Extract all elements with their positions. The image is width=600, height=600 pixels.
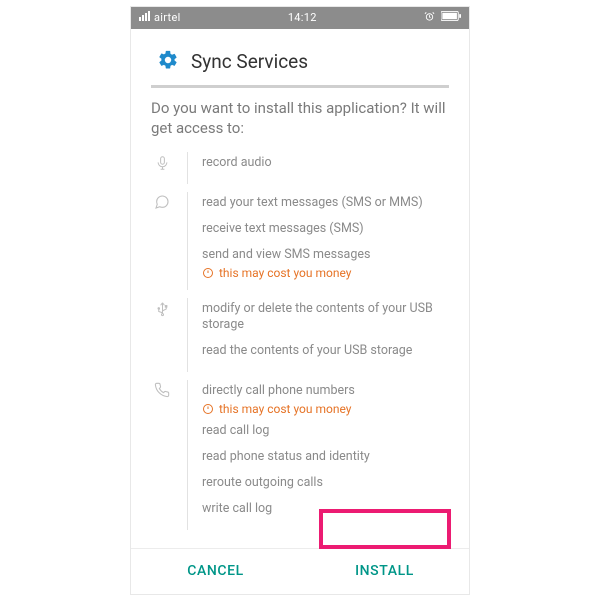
permissions-list: record audio read your text messages (SM… <box>151 150 449 544</box>
alarm-icon <box>424 11 435 25</box>
cost-warning: this may cost you money <box>202 402 449 420</box>
perm-item: read call log <box>202 420 449 446</box>
perm-item: read the contents of your USB storage <box>202 340 449 366</box>
divider <box>151 85 449 88</box>
microphone-icon <box>151 152 173 184</box>
install-button[interactable]: Install <box>300 549 469 594</box>
gear-icon <box>157 49 179 75</box>
perm-item: write call log <box>202 498 449 524</box>
perm-group-storage: modify or delete the contents of your US… <box>151 298 449 373</box>
perm-item: reroute outgoing calls <box>202 472 449 498</box>
usb-icon <box>151 298 173 373</box>
signal-icon <box>139 11 150 24</box>
clock: 14:12 <box>181 11 424 24</box>
perm-group-sms: read your text messages (SMS or MMS) rec… <box>151 192 449 290</box>
button-bar: Cancel Install <box>131 548 469 594</box>
perm-group-audio: record audio <box>151 152 449 184</box>
cost-warning: this may cost you money <box>202 266 449 284</box>
perm-item: read your text messages (SMS or MMS) <box>202 192 449 218</box>
phone-icon <box>151 380 173 529</box>
phone-frame: airtel 14:12 Sync Services Do you want t… <box>130 6 470 595</box>
perm-group-phone: directly call phone numbers this may cos… <box>151 380 449 529</box>
carrier-label: airtel <box>154 11 181 24</box>
chat-icon <box>151 192 173 290</box>
cancel-button[interactable]: Cancel <box>131 549 300 594</box>
status-bar: airtel 14:12 <box>131 7 469 29</box>
perm-item: read phone status and identity <box>202 446 449 472</box>
perm-item: modify or delete the contents of your US… <box>202 298 449 341</box>
app-title: Sync Services <box>191 50 308 73</box>
app-header: Sync Services <box>151 43 449 85</box>
perm-item: record audio <box>202 152 449 178</box>
perm-item: receive text messages (SMS) <box>202 218 449 244</box>
battery-icon <box>441 11 461 24</box>
install-prompt: Do you want to install this application?… <box>151 98 449 139</box>
